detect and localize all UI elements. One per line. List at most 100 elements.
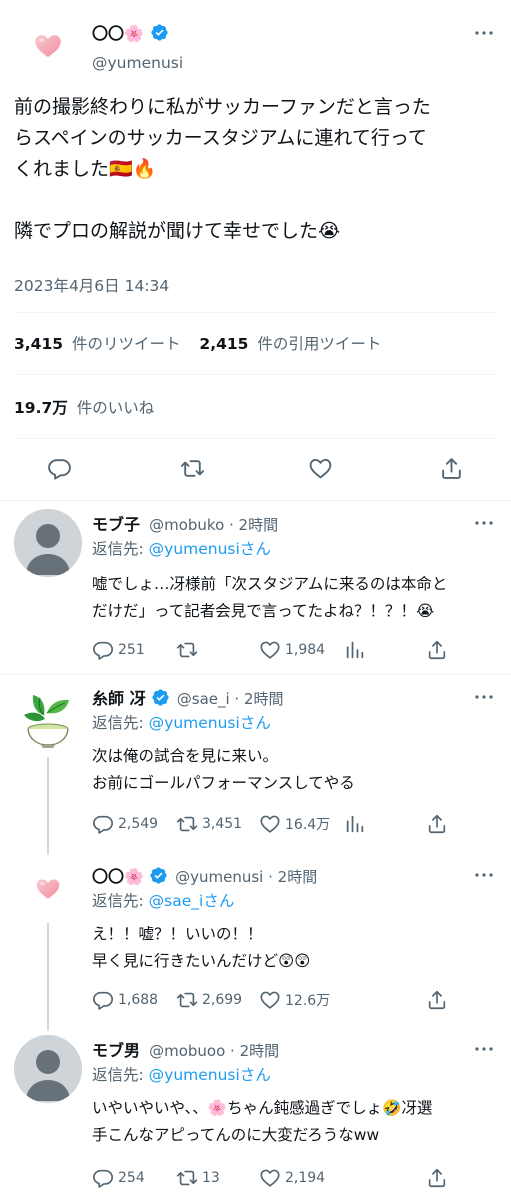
- quotes-label[interactable]: 件の引用ツイート: [257, 335, 381, 353]
- reply-action[interactable]: 2,549: [92, 813, 158, 835]
- more-dots-icon[interactable]: [472, 863, 496, 887]
- share-icon: [426, 813, 448, 835]
- reply-icon: [92, 989, 114, 1011]
- reply-author-name[interactable]: 〇〇🌸: [92, 867, 144, 886]
- main-tweet-line: 隣でプロの解説が聞けて幸せでした😭: [14, 220, 341, 242]
- share-icon: [426, 1167, 448, 1189]
- like-count: 1,984: [285, 642, 326, 658]
- retweet-action[interactable]: [176, 639, 202, 661]
- retweet-icon: [176, 989, 198, 1011]
- reply-icon: [92, 813, 114, 835]
- retweet-icon[interactable]: [180, 456, 205, 481]
- more-dots-icon[interactable]: [472, 21, 496, 45]
- reply-handle-time[interactable]: @mobuko · 2時間: [149, 516, 278, 534]
- reply-action[interactable]: 254: [92, 1167, 145, 1189]
- share-action[interactable]: [426, 813, 448, 835]
- reply-icon: [92, 1167, 114, 1189]
- avatar[interactable]: [14, 683, 82, 751]
- reply-tweet[interactable]: モブ男 @mobuoo · 2時間 返信先: @yumenusiさん いやいやい…: [0, 1031, 511, 1200]
- share-icon[interactable]: [439, 456, 464, 481]
- reply-tweet[interactable]: 糸師 冴 @sae_i · 2時間 返信先: @yumenusiさん 次は俺の試…: [0, 675, 511, 855]
- like-action[interactable]: 1,984: [259, 639, 325, 661]
- like-icon[interactable]: [308, 456, 333, 481]
- reply-author-name[interactable]: モブ男: [92, 1041, 140, 1060]
- reply-text: え！！嘘？！いいの！！ 早く見に行きたいんだけど😲😲: [92, 921, 507, 975]
- share-action[interactable]: [426, 989, 448, 1011]
- retweet-action[interactable]: 2,699: [176, 989, 242, 1011]
- share-action[interactable]: [426, 639, 448, 661]
- thread-line: [47, 923, 49, 1031]
- reply-action[interactable]: 251: [92, 639, 145, 661]
- reply-to-label: 返信先:: [92, 540, 149, 558]
- retweets-label[interactable]: 件のリツイート: [72, 335, 181, 353]
- reply-icon[interactable]: [47, 456, 72, 481]
- retweet-count: 13: [202, 1170, 220, 1186]
- likes-count[interactable]: 19.7万: [14, 399, 68, 417]
- main-author-handle[interactable]: @yumenusi: [92, 54, 183, 72]
- reply-to-link[interactable]: @yumenusiさん: [149, 714, 271, 732]
- analytics-action[interactable]: [344, 813, 366, 835]
- analytics-icon: [344, 639, 366, 661]
- share-action[interactable]: [426, 1167, 448, 1189]
- retweet-count: 2,699: [202, 992, 243, 1008]
- reply-text-line: 嘘でしょ…冴様前「次スタジアムに来るのは本命と: [92, 575, 448, 593]
- reply-handle-time[interactable]: @yumenusi · 2時間: [175, 868, 317, 886]
- retweet-icon: [176, 639, 198, 661]
- reply-tweet[interactable]: 〇〇🌸 @yumenusi · 2時間 返信先: @sae_iさん え！！嘘？！…: [0, 855, 511, 1031]
- reply-text: 次は俺の試合を見に来い。 お前にゴールパフォーマンスしてやる: [92, 743, 507, 797]
- likes-label[interactable]: 件のいいね: [77, 399, 155, 417]
- reply-to-link[interactable]: @yumenusiさん: [149, 1066, 271, 1084]
- reply-text-line: 手こんなアピってんのに大変だろうなww: [92, 1126, 380, 1144]
- likes-stats-row: 19.7万 件のいいね: [14, 396, 154, 418]
- reply-handle-time[interactable]: @sae_i · 2時間: [177, 690, 284, 708]
- default-avatar-icon: [14, 1035, 82, 1103]
- like-icon: [259, 639, 281, 661]
- more-dots-icon[interactable]: [472, 511, 496, 535]
- retweet-action[interactable]: 13: [176, 1167, 220, 1189]
- retweet-action[interactable]: 3,451: [176, 813, 242, 835]
- reply-author-row: 糸師 冴 @sae_i · 2時間: [92, 685, 284, 709]
- retweet-count: 3,451: [202, 816, 243, 832]
- retweets-count[interactable]: 3,415: [14, 335, 63, 353]
- reply-author-row: モブ子 @mobuko · 2時間: [92, 511, 278, 535]
- main-tweet: 〇〇🌸 @yumenusi 前の撮影終わりに私がサッカーファンだと言った らスペ…: [0, 0, 511, 496]
- quotes-count[interactable]: 2,415: [199, 335, 248, 353]
- reply-count: 2,549: [118, 816, 159, 832]
- main-tweet-timestamp[interactable]: 2023年4月6日 14:34: [14, 274, 169, 296]
- main-author-name: 〇〇🌸: [92, 24, 144, 43]
- like-icon: [259, 1167, 281, 1189]
- main-tweet-avatar[interactable]: [18, 16, 78, 76]
- reply-author-name[interactable]: モブ子: [92, 515, 140, 534]
- more-dots-icon[interactable]: [472, 685, 496, 709]
- like-count: 12.6万: [285, 993, 331, 1009]
- reply-count: 1,688: [118, 992, 159, 1008]
- reply-tweet[interactable]: モブ子 @mobuko · 2時間 返信先: @yumenusiさん 嘘でしょ……: [0, 501, 511, 673]
- reply-to-line: 返信先: @yumenusiさん: [92, 537, 271, 559]
- reply-count: 251: [118, 642, 145, 658]
- more-dots-icon[interactable]: [472, 1037, 496, 1061]
- analytics-action[interactable]: [344, 639, 366, 661]
- reply-to-link[interactable]: @yumenusiさん: [149, 540, 271, 558]
- like-action[interactable]: 2,194: [259, 1167, 325, 1189]
- reply-action[interactable]: 1,688: [92, 989, 158, 1011]
- verified-badge-icon: [150, 23, 169, 42]
- like-count: 2,194: [285, 1170, 326, 1186]
- like-action[interactable]: 16.4万: [259, 813, 330, 835]
- reply-to-link[interactable]: @sae_iさん: [149, 892, 235, 910]
- main-tweet-line: 前の撮影終わりに私がサッカーファンだと言った: [14, 96, 431, 118]
- reply-author-name[interactable]: 糸師 冴: [92, 689, 146, 708]
- reply-to-label: 返信先:: [92, 714, 149, 732]
- avatar[interactable]: [14, 1035, 82, 1103]
- heart-avatar-icon: [31, 29, 65, 63]
- verified-badge-icon: [151, 688, 170, 707]
- reply-text-line: え！！嘘？！いいの！！: [92, 925, 263, 943]
- avatar[interactable]: [14, 509, 82, 577]
- like-action[interactable]: 12.6万: [259, 989, 330, 1011]
- reply-handle-time[interactable]: @mobuoo · 2時間: [149, 1042, 279, 1060]
- divider: [14, 438, 497, 439]
- main-author-name-row[interactable]: 〇〇🌸: [92, 20, 169, 44]
- default-avatar-icon: [14, 509, 82, 577]
- avatar[interactable]: [14, 859, 82, 919]
- reply-text-line: 早く見に行きたいんだけど😲😲: [92, 952, 311, 970]
- like-count: 16.4万: [285, 817, 331, 833]
